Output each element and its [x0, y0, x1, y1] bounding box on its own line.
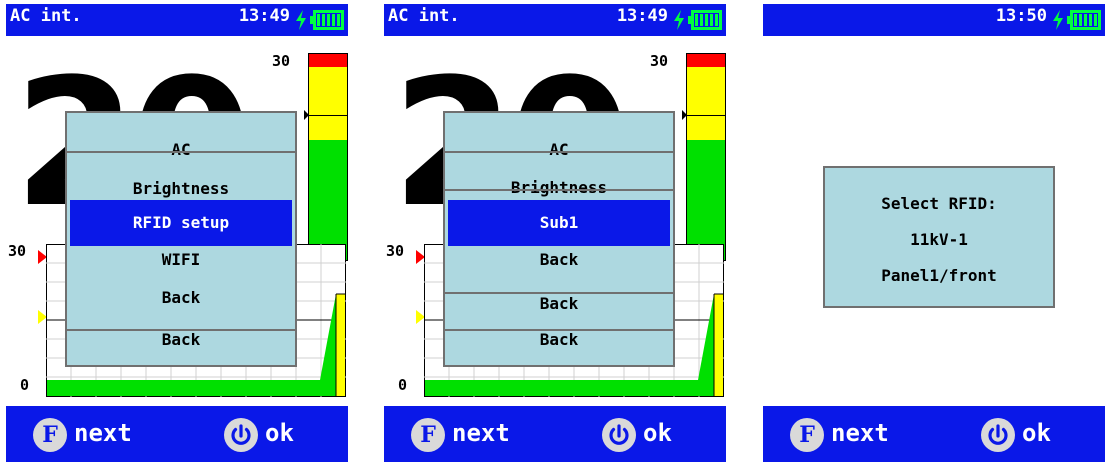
menu-divider [67, 151, 295, 153]
ok-label: ok [643, 419, 672, 447]
menu-item-sub1[interactable]: Sub1 [448, 200, 670, 246]
f-key-button[interactable]: F [790, 418, 824, 452]
status-title: AC int. [388, 6, 460, 26]
bolt-icon [674, 10, 684, 30]
soft-key-bar: F next ok [763, 406, 1105, 462]
graph-y-bottom-label: 0 [398, 376, 408, 394]
battery-icon [310, 10, 344, 30]
power-icon [988, 424, 1008, 445]
menu-divider [445, 151, 673, 153]
soft-key-bar: F next ok [384, 406, 726, 462]
level-bar-yellow-zone [309, 67, 347, 140]
rfid-tag-name: 11kV-1 [910, 230, 968, 249]
f-key-label: next [452, 419, 510, 447]
f-key-button[interactable]: F [33, 418, 67, 452]
level-bar-green-zone [687, 140, 725, 260]
status-time: 13:49 [616, 6, 668, 26]
bolt-icon [1053, 10, 1063, 30]
menu-item-rfid-setup[interactable]: RFID setup [70, 200, 292, 246]
menu-item-back-clipped[interactable]: Back [445, 285, 673, 323]
graph-y-bottom-label: 0 [20, 376, 30, 394]
menu-item-ac[interactable]: AC [67, 131, 295, 169]
power-icon [609, 424, 629, 445]
ok-button[interactable] [602, 418, 636, 452]
soft-key-bar: F next ok [6, 406, 348, 462]
select-rfid-dialog: Select RFID: 11kV-1 Panel1/front [823, 166, 1055, 308]
graph-y-top-label: 30 [8, 242, 27, 260]
level-bar-yellow-zone [687, 67, 725, 140]
ok-button[interactable] [981, 418, 1015, 452]
rfid-tag-location: Panel1/front [881, 266, 997, 285]
level-bar [686, 53, 726, 261]
device-screen-select-rfid: 13:50 Select RFID: 11kV-1 Panel1/front F… [763, 4, 1105, 462]
rfid-menu: AC Brightness Sub1 Back Back Back [443, 111, 675, 367]
status-time: 13:50 [995, 6, 1047, 26]
battery-icon [688, 10, 722, 30]
bolt-icon [296, 10, 306, 30]
level-bar-red-zone [309, 54, 347, 67]
level-bar [308, 53, 348, 261]
ok-label: ok [1022, 419, 1051, 447]
menu-item-back-clipped[interactable]: Back [445, 321, 673, 359]
ok-button[interactable] [224, 418, 258, 452]
power-icon [231, 424, 251, 445]
settings-menu: AC Brightness RFID setup WIFI Back Back [65, 111, 297, 367]
level-bar-green-zone [309, 140, 347, 260]
device-screen-main-menu: AC int. 13:49 20 30 30 0 [6, 4, 348, 462]
battery-icon [1067, 10, 1101, 30]
f-key-label: next [831, 419, 889, 447]
menu-divider [445, 189, 673, 191]
f-key-label: next [74, 419, 132, 447]
dialog-title: Select RFID: [881, 194, 997, 213]
status-title: AC int. [10, 6, 82, 26]
f-key-button[interactable]: F [411, 418, 445, 452]
graph-y-top-label: 30 [386, 242, 405, 260]
ok-label: ok [265, 419, 294, 447]
scale-max-label: 30 [272, 52, 291, 70]
level-bar-threshold [686, 115, 725, 116]
status-bar: AC int. 13:49 [6, 4, 348, 36]
menu-item-back-clipped[interactable]: Back [67, 321, 295, 359]
menu-item-wifi[interactable]: WIFI [67, 241, 295, 279]
level-pointer-icon [304, 110, 309, 120]
scale-max-label: 30 [650, 52, 669, 70]
device-screen-rfid-menu: AC int. 13:49 20 30 30 0 [384, 4, 726, 462]
level-pointer-icon [682, 110, 687, 120]
status-bar: 13:50 [763, 4, 1105, 36]
level-bar-red-zone [687, 54, 725, 67]
status-bar: AC int. 13:49 [384, 4, 726, 36]
menu-item-back[interactable]: Back [67, 279, 295, 317]
menu-item-back[interactable]: Back [445, 241, 673, 279]
menu-item-ac[interactable]: AC [445, 131, 673, 169]
status-time: 13:49 [238, 6, 290, 26]
level-bar-threshold [308, 115, 347, 116]
